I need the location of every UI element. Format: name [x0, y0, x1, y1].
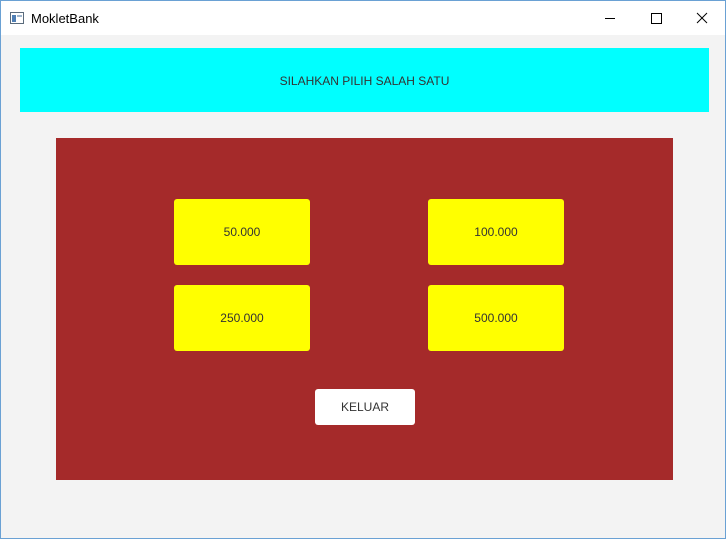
amount-button-250000[interactable]: 250.000 [174, 285, 310, 351]
maximize-button[interactable] [633, 1, 679, 35]
amount-panel: 50.000 100.000 250.000 500.000 KELUAR [56, 138, 673, 480]
window-title: MokletBank [31, 11, 99, 26]
app-window: MokletBank SILAHKAN PILIH SALAH SATU 50.… [0, 0, 726, 539]
minimize-icon [605, 18, 615, 19]
amount-button-500000[interactable]: 500.000 [428, 285, 564, 351]
maximize-icon [651, 13, 662, 24]
banner-label: SILAHKAN PILIH SALAH SATU [279, 74, 450, 88]
amount-button-50000[interactable]: 50.000 [174, 199, 310, 265]
exit-button[interactable]: KELUAR [315, 389, 415, 425]
amount-button-100000[interactable]: 100.000 [428, 199, 564, 265]
minimize-button[interactable] [587, 1, 633, 35]
app-window-icon [10, 11, 24, 24]
close-icon [696, 12, 708, 24]
header-banner: SILAHKAN PILIH SALAH SATU [20, 48, 709, 112]
title-bar[interactable]: MokletBank [1, 1, 725, 35]
close-button[interactable] [679, 1, 725, 35]
